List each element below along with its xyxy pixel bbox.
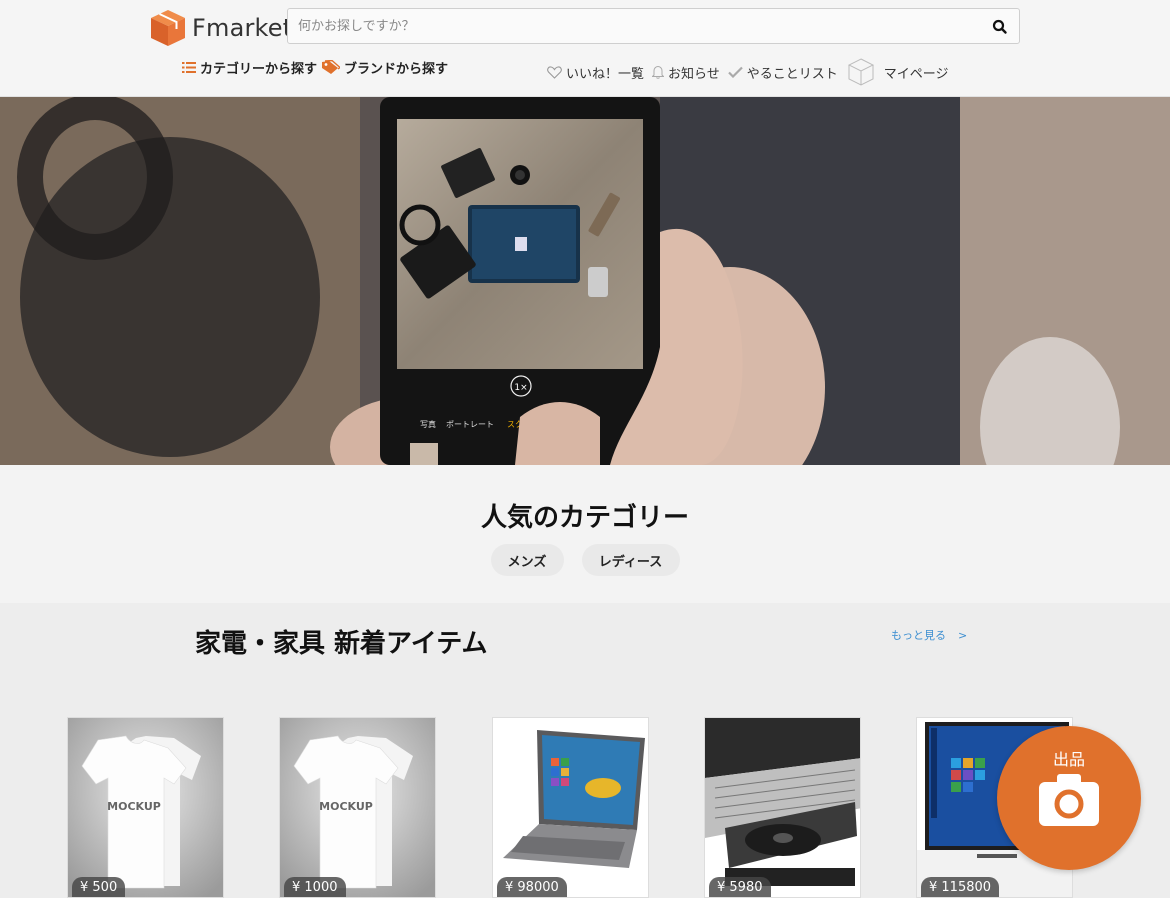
nav-mypage[interactable]: マイページ: [847, 58, 949, 86]
section-title: 家電・家具 新着アイテム: [195, 629, 488, 659]
chip-mens[interactable]: メンズ: [490, 544, 564, 576]
item-thumbnail: MOCKUP: [68, 718, 223, 897]
nav-brand-label: ブランドから探す: [344, 62, 449, 77]
box-icon: [847, 58, 874, 86]
more-link-arrow: >: [958, 629, 968, 642]
search-bar: [287, 8, 1020, 44]
item-price: ¥ 115800: [921, 877, 1000, 897]
more-link[interactable]: もっと見る >: [891, 627, 967, 643]
check-icon: [727, 66, 743, 78]
shirt-print-text: MOCKUP: [107, 800, 161, 813]
more-link-label: もっと見る: [891, 629, 946, 642]
popular-title: 人気のカテゴリー: [480, 503, 689, 533]
nav-right: いいね！一覧 お知らせ やることリスト マイページ: [547, 58, 957, 86]
nav-likes-label: いいね！一覧: [566, 66, 645, 82]
item-price: ¥ 1000: [284, 877, 346, 897]
bell-icon: [652, 65, 665, 79]
chip-ladies[interactable]: レディース: [581, 544, 680, 576]
shirt-print-text: MOCKUP: [319, 800, 373, 813]
item-card[interactable]: MOCKUP ¥ 500: [67, 717, 224, 898]
tag-icon: [322, 60, 341, 74]
box-logo-icon: [151, 10, 185, 46]
camera-zoom-text: 1×: [514, 383, 527, 393]
search-input[interactable]: [288, 9, 1019, 43]
search-icon[interactable]: [991, 18, 1009, 36]
hero-photo: 1× 写真 ポートレート スクエ: [0, 97, 1170, 465]
nav-todo[interactable]: やることリスト: [727, 63, 838, 82]
logo-text: Fmarket: [192, 14, 293, 42]
sell-button[interactable]: 出品: [997, 726, 1141, 870]
header: Fmarket カテゴリーから探す ブランドから探す: [0, 0, 1170, 97]
logo[interactable]: Fmarket: [150, 9, 292, 47]
category-chips: メンズ レディース: [0, 544, 1170, 576]
nav-mypage-label: マイページ: [883, 66, 949, 82]
item-price: ¥ 5980: [709, 877, 771, 897]
item-price: ¥ 500: [72, 877, 126, 897]
item-card[interactable]: MOCKUP ¥ 1000: [279, 717, 436, 898]
heart-icon: [547, 65, 562, 79]
nav-category-label: カテゴリーから探す: [200, 62, 318, 77]
item-card[interactable]: ¥ 5980: [704, 717, 861, 898]
item-thumbnail: [705, 718, 860, 897]
item-price: ¥ 98000: [497, 877, 567, 897]
item-thumbnail: [493, 718, 648, 897]
nav-left: カテゴリーから探す ブランドから探す: [182, 58, 448, 77]
nav-todo-label: やることリスト: [746, 66, 838, 82]
item-thumbnail: MOCKUP: [280, 718, 435, 897]
new-items-section: 家電・家具 新着アイテム もっと見る > MOCKUP ¥ 500 MOCKUP …: [0, 603, 1170, 898]
nav-notifications-label: お知らせ: [668, 66, 720, 82]
nav-notifications[interactable]: お知らせ: [652, 63, 720, 82]
camera-mode-portrait: ポートレート: [446, 420, 494, 429]
hero-banner[interactable]: 1× 写真 ポートレート スクエ: [0, 97, 1170, 465]
camera-mode-photo: 写真: [420, 419, 436, 429]
item-card[interactable]: ¥ 98000: [492, 717, 649, 898]
popular-categories: 人気のカテゴリー メンズ レディース: [0, 465, 1170, 603]
nav-likes[interactable]: いいね！一覧: [547, 63, 644, 82]
list-icon: [182, 62, 196, 73]
sell-button-label: 出品: [1052, 750, 1085, 769]
nav-category[interactable]: カテゴリーから探す: [182, 58, 317, 77]
camera-icon: [1039, 774, 1099, 826]
nav-brand[interactable]: ブランドから探す: [321, 58, 448, 77]
